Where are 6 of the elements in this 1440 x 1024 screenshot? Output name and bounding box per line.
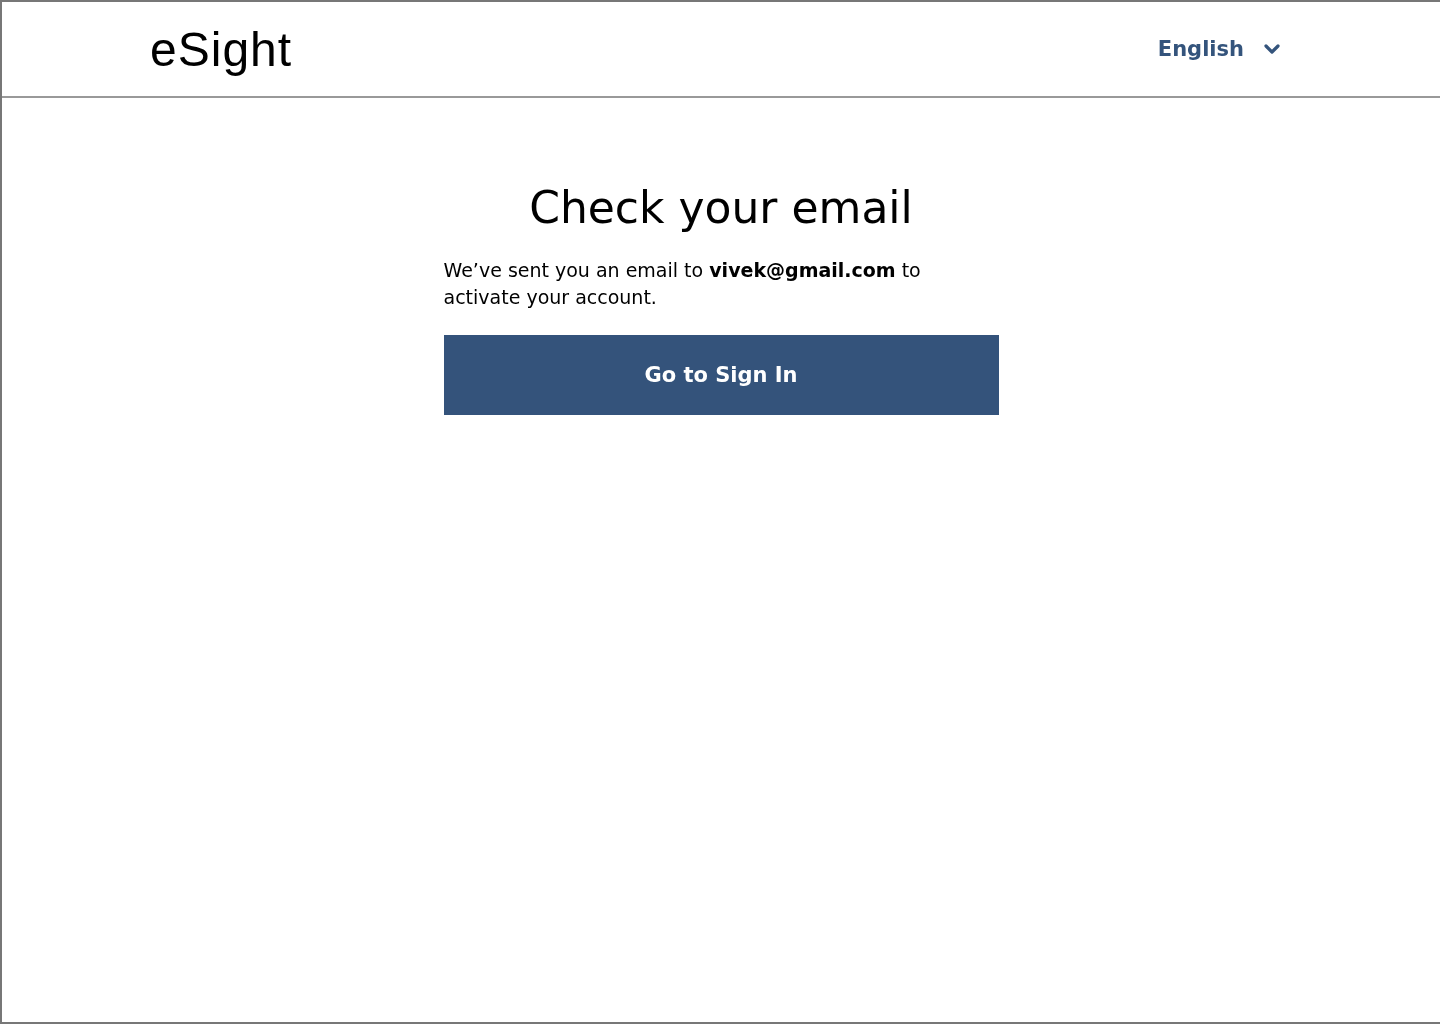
language-dropdown[interactable]: English [1157,37,1280,61]
chevron-down-icon [1264,43,1280,55]
page-title: Check your email [528,182,914,233]
confirmation-message: We’ve sent you an email to vivek@gmail.com to activate your account. [443,258,922,310]
sign-in-button[interactable]: Go to Sign In [443,335,999,415]
logo[interactable]: eSight [150,21,293,77]
